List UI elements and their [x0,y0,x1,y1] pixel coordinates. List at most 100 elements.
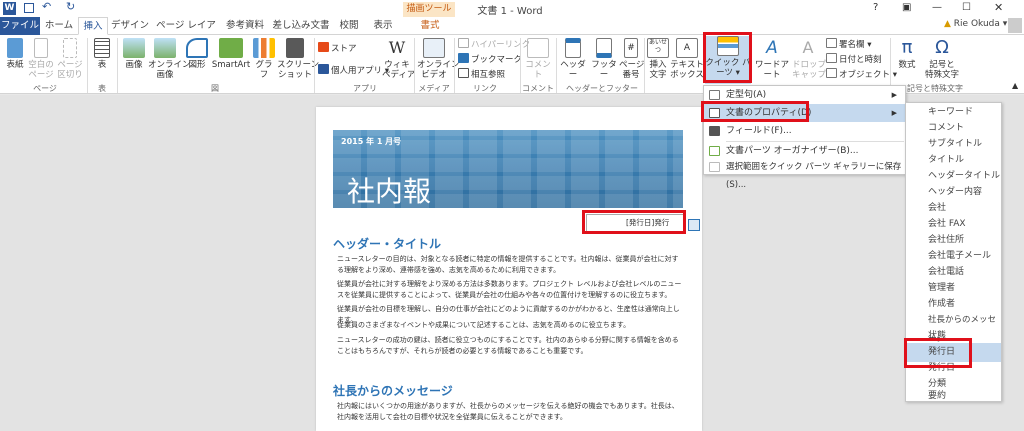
tab-design[interactable]: デザイン [110,17,150,35]
wikipedia-button[interactable]: W ウィキ ペディア [382,38,415,80]
object-button[interactable]: オブジェクト ▾ [826,68,897,80]
bookmark-button[interactable]: ブックマーク [458,53,522,65]
banner-title: 社内報 [347,175,432,208]
smartart-button[interactable]: SmartArt [211,38,251,70]
chart-button[interactable]: グラフ [252,38,276,80]
heading-header-title: ヘッダー・タイトル [333,237,442,251]
group-illustrations: 図 [211,84,219,93]
menu-field-label: フィールド(F)... [726,126,792,136]
cover-button[interactable]: 表紙 [2,38,28,70]
equation-button[interactable]: π 数式 [893,37,921,71]
page-break-button[interactable]: ページ 区切り [55,38,85,80]
user-name-label: Rie Okuda [953,19,1000,29]
store-label: ストア [331,44,357,54]
ribbon-tabs: ファイル ホーム 挿入 デザイン ページ レイアウト 参考資料 差し込み文書 校… [0,17,1024,48]
tab-mailings[interactable]: 差し込み文書 [270,17,332,35]
warning-icon: ▲ [944,19,951,29]
group-apps: アプリ [353,84,377,93]
page-number-icon: # [624,38,638,58]
tab-view[interactable]: 表示 [366,17,400,35]
paragraph-2: 従業員が会社に対する理解をより深める方法は多数あります。プロジェクト レベルおよ… [337,280,682,299]
group-header-footer: ヘッダーとフッター [566,84,638,93]
menu-item-field[interactable]: フィールド(F)... [704,122,905,140]
screenshot-label: スクリーン ショット [277,60,320,80]
insert-text-icon: あいせつ [647,38,669,58]
myapps-label: 個人用アプリ [331,66,383,76]
group-pages: ページ [33,84,57,93]
wordart-label: ワードアート [754,60,789,80]
screenshot-icon [286,38,304,58]
online-video-button[interactable]: オンライン ビデオ [417,38,460,80]
user-name[interactable]: ▲ Rie Okuda ▾ [944,19,1007,29]
wordart-icon: A [766,38,778,58]
group-comment: コメント [522,84,554,93]
footer-icon [596,38,612,58]
header-button[interactable]: ヘッダー [558,38,588,80]
newsletter-banner: 2015 年 1 月号 社内報 [333,130,683,208]
pagebreak-label: ページ 区切り [57,60,83,80]
collapse-ribbon-icon[interactable]: ▲ [1012,81,1018,90]
crossref-button[interactable]: 相互参照 [458,68,505,80]
user-avatar[interactable] [1008,18,1022,33]
datetime-button[interactable]: 日付と時刻 [826,53,882,65]
paragraph-4: 従業員のさまざまなイベントや成果について記述することは、志気を高めるのに役立ちま… [337,321,631,329]
symbol-label: 記号と 特殊文字 [924,60,959,80]
close-button[interactable]: ✕ [994,1,1003,14]
submenu-arrow-icon: ▶ [891,91,897,99]
picture-button[interactable]: 画像 [121,38,147,70]
pi-icon: π [901,37,913,58]
online-picture-button[interactable]: オンライン 画像 [148,38,191,80]
field-icon [709,126,720,136]
highlight-pubdate-field [582,210,686,234]
tab-file[interactable]: ファイル [0,17,40,35]
datetime-icon [826,53,837,63]
store-button[interactable]: ストア [318,42,357,54]
restore-ribbon-icon[interactable]: ▣ [902,2,911,13]
undo-icon[interactable]: ↶ [42,0,51,13]
paragraph-6: 社内報にはいくつかの用途がありますが、社長からのメッセージを伝える絶好の機会でも… [337,402,679,421]
footer-label: フッター [591,60,617,80]
tab-format[interactable]: 書式 [410,17,450,35]
minimize-button[interactable]: — [932,2,942,13]
tab-insert[interactable]: 挿入 [78,17,108,35]
page-number-button[interactable]: # ページ 番号 [619,38,644,80]
screenshot-button[interactable]: スクリーン ショット [277,38,319,80]
wordart-button[interactable]: A ワードアート [752,38,792,80]
dropcap-button[interactable]: A ドロップ キャップ [792,38,826,80]
save-icon[interactable] [24,3,34,13]
crossref-icon [458,68,469,78]
tab-review[interactable]: 校閲 [334,17,364,35]
equation-label: 数式 [898,60,916,70]
redo-icon[interactable]: ↻ [66,0,75,13]
issue-date: 2015 年 1 月号 [341,137,402,146]
omega-icon: Ω [935,37,949,58]
textbox-button[interactable]: A テキスト ボックス [670,38,704,80]
submenu-item-abstract[interactable]: 要約 [906,391,1001,402]
menu-save-selection-label: 選択範囲をクイック パーツ ギャラリーに保存(S)... [726,162,902,190]
help-icon[interactable]: ? [873,2,878,13]
blank-page-icon [34,38,48,58]
symbol-button[interactable]: Ω 記号と 特殊文字 [922,37,962,81]
word-icon: W [3,2,16,15]
insert-text-button[interactable]: あいせつ 挿入 文字 [646,38,670,80]
layout-options-icon[interactable] [688,219,700,231]
bookmark-label: ブックマーク [471,55,523,65]
object-icon [826,68,837,78]
group-media: メディア [418,84,450,93]
tab-home[interactable]: ホーム [42,17,76,35]
blank-page-button[interactable]: 空白の ページ [28,38,54,80]
signature-button[interactable]: 署名欄 ▾ [826,38,871,50]
table-button[interactable]: 表 [91,38,113,70]
tab-references[interactable]: 参考資料 [222,17,268,35]
paragraph-1: ニュースレターの目的は、対象となる読者に特定の情報を提供することです。社内報は、… [337,255,679,274]
maximize-button[interactable]: ☐ [962,2,971,13]
shapes-icon [186,38,208,58]
table-label: 表 [97,60,107,70]
comment-icon [527,38,549,58]
shapes-button[interactable]: 図形 [184,38,210,70]
footer-button[interactable]: フッター [589,38,619,80]
tab-page-layout[interactable]: ページ レイアウト [152,17,220,48]
title-bar: W ↶ ↻ 描画ツール 文書 1 - Word ? ▣ — ☐ ✕ [0,0,1024,17]
myapps-button[interactable]: 個人用アプリ ▾ [318,64,389,76]
comment-button[interactable]: コメント [522,38,554,80]
